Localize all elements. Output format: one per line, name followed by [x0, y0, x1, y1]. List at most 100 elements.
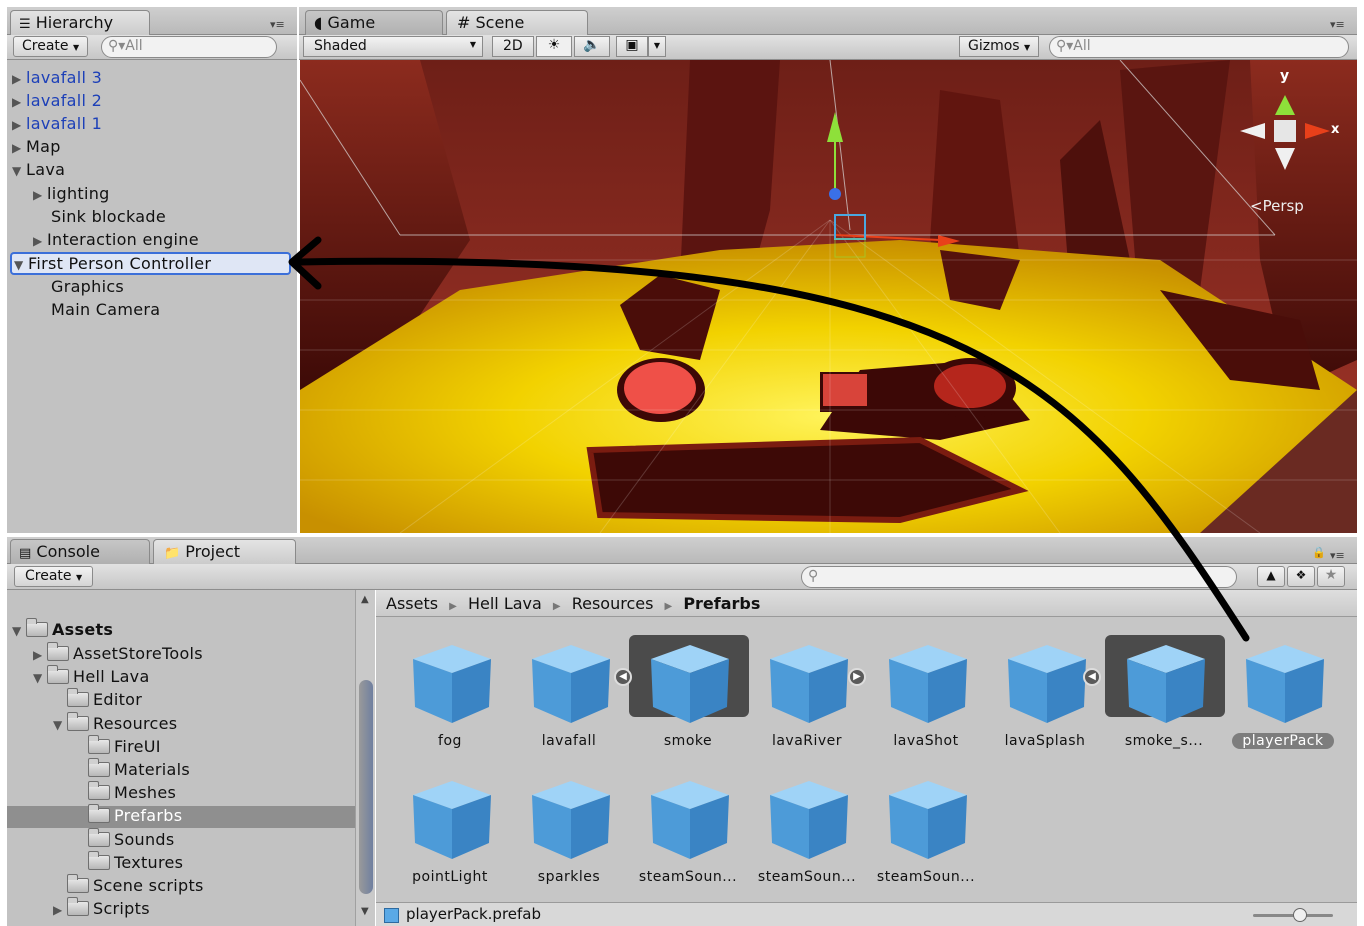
expand-prefab-icon[interactable]: ▶: [848, 668, 866, 686]
breadcrumb-item[interactable]: Assets: [386, 594, 438, 613]
expand-arrow-icon[interactable]: ▶: [33, 234, 47, 248]
asset-status-bar: playerPack.prefab: [376, 902, 1357, 926]
hierarchy-item-main-camera[interactable]: Main Camera: [51, 300, 160, 322]
hierarchy-item-lavafall-2[interactable]: ▶ lavafall 2: [12, 91, 102, 113]
tab-console[interactable]: ▤ Console: [10, 539, 150, 564]
lighting-toggle-button[interactable]: ☀: [536, 36, 572, 57]
hierarchy-item-first-person-controller[interactable]: ▼ First Person Controller: [10, 252, 291, 275]
panel-menu-icon[interactable]: ▾≡: [270, 18, 285, 31]
tab-project[interactable]: 📁 Project: [153, 539, 296, 564]
tree-item-scene-scripts[interactable]: Scene scripts: [67, 874, 204, 898]
asset-label: sparkles: [537, 869, 601, 885]
expand-arrow-icon[interactable]: ▶: [53, 903, 67, 917]
tree-item-scripts[interactable]: ▶ Scripts: [53, 897, 150, 921]
breadcrumb-item[interactable]: Prefarbs: [683, 594, 760, 613]
asset-label: smoke: [663, 733, 713, 749]
tree-item-fireui[interactable]: FireUI: [88, 735, 161, 759]
arrow-left-icon: <: [1250, 197, 1263, 215]
expand-prefab-icon[interactable]: ◀: [614, 668, 632, 686]
breadcrumb-item[interactable]: Resources: [572, 594, 654, 613]
expand-arrow-icon[interactable]: ▶: [12, 95, 26, 109]
effects-toggle-button[interactable]: ▣: [616, 36, 648, 57]
tab-game[interactable]: ◖ Game: [305, 10, 443, 35]
hierarchy-item-map[interactable]: ▶ Map: [12, 137, 61, 159]
scroll-up-arrow[interactable]: ▲: [361, 594, 369, 605]
panel-menu-icon[interactable]: ▾≡: [1330, 549, 1345, 562]
breadcrumb-item[interactable]: Hell Lava: [468, 594, 542, 613]
2d-toggle-button[interactable]: 2D: [492, 36, 534, 57]
console-icon: ▤: [19, 546, 32, 561]
asset-label: playerPack: [1232, 733, 1334, 749]
folder-icon: [47, 642, 69, 661]
expand-arrow-icon[interactable]: ▶: [12, 72, 26, 86]
collapse-arrow-icon[interactable]: ▼: [53, 718, 67, 732]
folder-icon: [88, 804, 110, 823]
filter-by-type-button[interactable]: ▲: [1257, 566, 1285, 587]
asset-label: steamSoun...: [757, 869, 857, 885]
hierarchy-toolbar: Create ▼ ⚲▾All: [7, 35, 297, 60]
tree-item-editor[interactable]: Editor: [67, 688, 142, 712]
tree-item-assets[interactable]: ▼ Assets: [12, 618, 113, 642]
breadcrumb: Assets ▶ Hell Lava ▶ Resources ▶ Prefarb…: [376, 590, 1357, 617]
collapse-arrow-icon[interactable]: ▼: [14, 258, 28, 272]
expand-prefab-icon[interactable]: ◀: [1083, 668, 1101, 686]
tree-item-sounds[interactable]: Sounds: [88, 828, 175, 852]
tree-item-materials[interactable]: Materials: [88, 758, 190, 782]
tree-item-meshes[interactable]: Meshes: [88, 781, 176, 805]
hierarchy-create-button[interactable]: Create ▼: [13, 36, 89, 57]
hierarchy-item-graphics[interactable]: Graphics: [51, 277, 124, 299]
lock-icon[interactable]: 🔒: [1312, 546, 1326, 559]
favorites-button[interactable]: ★: [1317, 566, 1345, 587]
scroll-thumb[interactable]: [359, 680, 373, 894]
expand-arrow-icon[interactable]: ▶: [33, 188, 47, 202]
folder-icon: 📁: [164, 546, 181, 561]
hierarchy-item-sink-blockade[interactable]: Sink blockade: [51, 207, 166, 229]
tree-item-assetstoretools[interactable]: ▶ AssetStoreTools: [33, 642, 203, 666]
slider-thumb[interactable]: [1293, 908, 1307, 922]
prefab-cube-icon: [384, 908, 399, 923]
panel-menu-icon[interactable]: ▾≡: [1330, 18, 1345, 31]
sun-icon: ☀: [547, 37, 561, 53]
shading-mode-select[interactable]: Shaded ▼: [303, 36, 483, 57]
asset-label: fog: [438, 733, 462, 749]
project-create-button[interactable]: Create ▼: [14, 566, 94, 587]
collapse-arrow-icon[interactable]: ▼: [12, 164, 26, 178]
star-icon: ★: [1324, 567, 1338, 583]
tree-item-prefarbs[interactable]: Prefarbs: [88, 804, 182, 828]
hierarchy-item-lavafall-1[interactable]: ▶ lavafall 1: [12, 114, 102, 136]
tab-hierarchy[interactable]: ☰ Hierarchy: [10, 10, 150, 35]
scroll-down-arrow[interactable]: ▼: [361, 906, 369, 917]
hierarchy-item-interaction-engine[interactable]: ▶ Interaction engine: [33, 230, 199, 252]
expand-arrow-icon[interactable]: ▶: [12, 118, 26, 132]
breadcrumb-separator-icon: ▶: [552, 601, 561, 612]
scene-search-input[interactable]: ⚲▾All: [1049, 36, 1349, 58]
folder-icon: [88, 758, 110, 777]
folder-icon: [67, 712, 89, 731]
search-icon: ⚲: [808, 568, 819, 584]
asset-label: lavaSplash: [1004, 733, 1086, 749]
hierarchy-item-lavafall-3[interactable]: ▶ lavafall 3: [12, 68, 102, 90]
expand-arrow-icon[interactable]: ▶: [12, 141, 26, 155]
tab-scene[interactable]: # Scene: [446, 10, 588, 35]
tree-item-resources[interactable]: ▼ Resources: [53, 712, 177, 736]
filter-by-label-button[interactable]: ❖: [1287, 566, 1315, 587]
expand-arrow-icon[interactable]: ▶: [33, 648, 47, 662]
tree-scrollbar[interactable]: ▲ ▼: [355, 590, 375, 926]
collapse-arrow-icon[interactable]: ▼: [12, 624, 26, 638]
project-search-input[interactable]: ⚲: [801, 566, 1237, 588]
asset-label: lavafall: [541, 733, 597, 749]
tree-item-textures[interactable]: Textures: [88, 851, 183, 875]
scene-viewport[interactable]: y x <Persp: [300, 60, 1357, 533]
tree-item-hell-lava[interactable]: ▼ Hell Lava: [33, 665, 150, 689]
search-icon: ⚲▾: [108, 38, 126, 54]
hierarchy-item-lava[interactable]: ▼ Lava: [12, 160, 65, 182]
hierarchy-item-lighting[interactable]: ▶ lighting: [33, 184, 110, 206]
persp-label[interactable]: <Persp: [1250, 197, 1304, 215]
effects-dropdown-button[interactable]: ▼: [648, 36, 666, 57]
collapse-arrow-icon[interactable]: ▼: [33, 671, 47, 685]
icon-size-slider[interactable]: [1253, 908, 1333, 922]
gizmos-dropdown-button[interactable]: Gizmos ▼: [959, 36, 1040, 57]
asset-label: steamSoun...: [876, 869, 976, 885]
hierarchy-search-input[interactable]: ⚲▾All: [101, 36, 277, 58]
audio-toggle-button[interactable]: 🔈: [574, 36, 610, 57]
